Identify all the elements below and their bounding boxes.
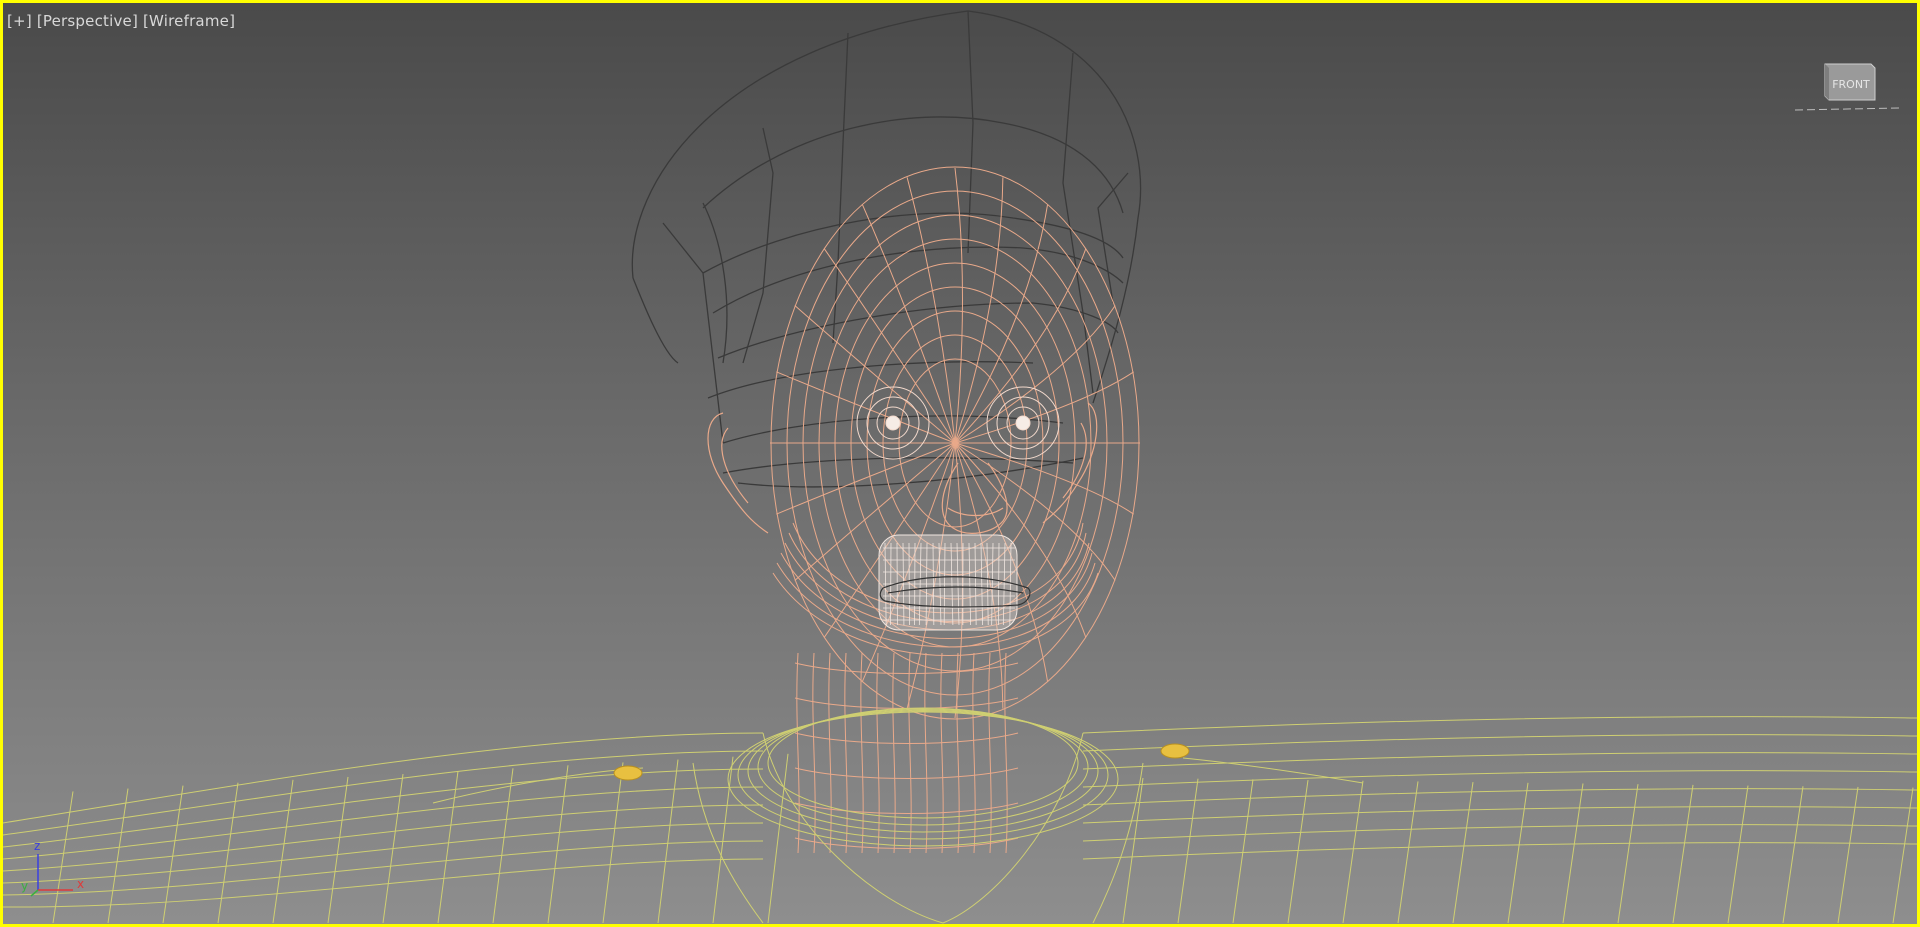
sleeve-left-rib — [603, 762, 623, 923]
y-axis-line — [31, 890, 38, 896]
neck-ring — [795, 663, 1018, 674]
sleeve-right-rib — [1233, 779, 1253, 923]
neck-line — [925, 653, 927, 853]
sleeve-left-line — [3, 733, 763, 823]
sleeve-right-rib — [1123, 778, 1143, 923]
wireframe-scene[interactable] — [3, 3, 1917, 924]
z-axis-label: z — [34, 839, 40, 853]
eye-right-icon — [987, 387, 1059, 459]
neck-line — [941, 653, 943, 853]
sleeve-left-rib — [658, 760, 678, 923]
sleeve-right-line — [1083, 789, 1917, 805]
sleeve-left-rib — [713, 757, 733, 923]
viewcube[interactable]: FRONT — [1793, 58, 1903, 118]
shoulder-strap-left — [433, 768, 643, 803]
sleeve-right-rib — [1508, 783, 1528, 923]
perspective-viewport[interactable]: [+] [Perspective] [Wireframe] FRONT z x … — [0, 0, 1920, 927]
hat-wireframe — [632, 11, 1140, 487]
neck-line — [893, 653, 895, 853]
neck-ring — [795, 768, 1018, 779]
skin-meridian — [955, 249, 1086, 443]
sleeve-left-rib — [768, 754, 788, 923]
sleeve-right-line — [1083, 735, 1917, 751]
sleeve-right-line — [1083, 717, 1917, 733]
sleeve-right-rib — [1618, 784, 1638, 923]
sleeve-left-rib — [328, 777, 348, 923]
neck-line — [861, 653, 863, 853]
neck-line — [813, 653, 815, 853]
lapel-right — [943, 733, 1083, 923]
sleeve-right-line — [1083, 807, 1917, 823]
y-axis-label: y — [21, 879, 28, 893]
sleeve-left-rib — [108, 789, 128, 923]
sleeve-right-rib — [1343, 781, 1363, 923]
sleeve-right-rib — [1398, 781, 1418, 923]
x-axis-label: x — [77, 877, 84, 891]
viewcube-front-label[interactable]: FRONT — [1832, 78, 1870, 91]
chest-seam-right — [1093, 763, 1143, 923]
sleeve-left-rib — [438, 771, 458, 923]
sleeve-left-rib — [163, 786, 183, 923]
sleeve-left-rib — [493, 768, 513, 923]
neck-line — [909, 653, 911, 853]
jacket-wireframe — [3, 708, 1917, 923]
sleeve-right-rib — [1673, 785, 1693, 923]
sleeve-right-line — [1083, 771, 1917, 787]
neck-wireframe — [795, 653, 1018, 853]
neck-ring — [795, 733, 1018, 744]
neck-line — [989, 653, 991, 853]
sleeve-right-rib — [1288, 780, 1308, 923]
sleeve-left-line — [3, 841, 763, 895]
neck-line — [845, 653, 847, 853]
neck-ring — [795, 803, 1018, 814]
sleeve-right-line — [1083, 825, 1917, 841]
sleeve-right-rib — [1453, 782, 1473, 923]
head-skin-wireframe — [770, 167, 1140, 719]
sleeve-left-rib — [273, 780, 293, 923]
sleeve-right-rib — [1563, 784, 1583, 924]
shoulder-badge-icon — [614, 744, 1189, 780]
skin-meridian — [824, 249, 955, 443]
neck-ring — [795, 698, 1018, 709]
sleeve-right-rib — [1728, 786, 1748, 923]
sleeve-left-rib — [548, 765, 568, 923]
sleeve-right-line — [1083, 843, 1917, 859]
axis-tripod: z x y — [21, 838, 91, 898]
skin-meridian — [863, 205, 956, 443]
sleeve-left-line — [3, 859, 763, 907]
neck-line — [797, 653, 799, 853]
neck-line — [973, 653, 975, 853]
viewcube-icon[interactable]: FRONT — [1793, 58, 1903, 118]
